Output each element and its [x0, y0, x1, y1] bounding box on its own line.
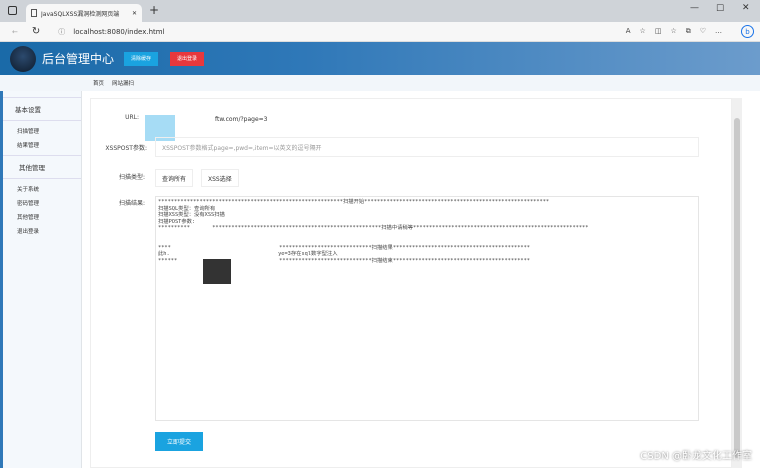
breadcrumb-home[interactable]: 首页	[93, 79, 104, 87]
bing-icon[interactable]: b	[741, 25, 754, 38]
scan-form: URL: ftw.com/?page=3 XSSPOST参数: XSSPOST参…	[90, 98, 732, 468]
breadcrumb: 首页 网站漏扫	[0, 75, 760, 91]
sidebar-group-other[interactable]: 其他管理	[3, 155, 81, 179]
sidebar-item-other[interactable]: 其他管理	[3, 210, 81, 224]
app-title: 后台管理中心	[42, 52, 115, 66]
browser-tab-bar: JavaSQLXSS漏洞检测网页端 ✕ + — ☐ ✕	[0, 0, 760, 22]
type-option-xss[interactable]: XSS选择	[201, 169, 239, 187]
watermark: CSDN @卧龙文化工作室	[640, 451, 752, 462]
new-tab-icon[interactable]: +	[149, 3, 159, 17]
browser-toolbar-icons[interactable]: A☆◫☆⧉♡…	[626, 27, 731, 36]
logo	[10, 45, 36, 72]
url-value: ftw.com/?page=3	[215, 115, 268, 123]
info-icon: ⓘ	[58, 27, 66, 36]
logout-button[interactable]: 退出登录	[170, 51, 205, 66]
url-input[interactable]: localhost:8080/index.html	[73, 28, 164, 36]
breadcrumb-current[interactable]: 网站漏扫	[112, 79, 134, 87]
result-label: 扫描结果:	[118, 200, 145, 207]
tab-title: JavaSQLXSS漏洞检测网页端	[41, 10, 120, 18]
post-params-input[interactable]: XSSPOST参数格式page=,pwd=,item=以英文的逗号隔开	[155, 137, 699, 157]
sidebar-item-logout[interactable]: 退出登录	[3, 224, 81, 238]
app-header: 后台管理中心 清除缓存 退出登录	[0, 42, 760, 75]
refresh-icon[interactable]: ↻	[32, 26, 40, 37]
sidebar-item-scan[interactable]: 扫描管理	[3, 124, 81, 138]
post-placeholder: XSSPOST参数格式page=,pwd=,item=以英文的逗号隔开	[162, 144, 322, 152]
sidebar-item-about[interactable]: 关于系统	[3, 182, 81, 196]
sidebar-item-results[interactable]: 结果管理	[3, 138, 81, 152]
url-field[interactable]: ftw.com/?page=3	[145, 109, 699, 141]
browser-tab[interactable]: JavaSQLXSS漏洞检测网页端 ✕	[26, 4, 142, 22]
submit-button[interactable]: 立即提交	[155, 432, 203, 451]
page-icon	[31, 9, 37, 17]
sidebar-group-basic[interactable]: 基本设置	[3, 97, 81, 121]
sidebar-item-password[interactable]: 密码管理	[3, 196, 81, 210]
type-label: 扫描类型:	[118, 174, 145, 181]
close-window-icon[interactable]: ✕	[742, 3, 750, 13]
sidebar: 基本设置 扫描管理 结果管理 其他管理 关于系统 密码管理 其他管理 退出登录	[0, 91, 82, 468]
close-tab-icon[interactable]: ✕	[132, 10, 137, 17]
tab-actions-icon[interactable]	[8, 6, 17, 15]
type-option-all[interactable]: 查询所有	[155, 169, 194, 187]
url-label: URL:	[125, 114, 139, 121]
result-textarea[interactable]: ****************************************…	[155, 196, 699, 421]
maximize-icon[interactable]: ☐	[716, 4, 724, 14]
address-bar: ← ↻ ⓘ localhost:8080/index.html A☆◫☆⧉♡… …	[0, 22, 760, 42]
post-label: XSSPOST参数:	[105, 145, 147, 152]
clear-cache-button[interactable]: 清除缓存	[124, 51, 159, 66]
redaction-block	[203, 259, 231, 284]
back-icon[interactable]: ←	[12, 28, 18, 36]
scrollbar-thumb[interactable]	[734, 118, 740, 458]
minimize-icon[interactable]: —	[690, 3, 699, 13]
